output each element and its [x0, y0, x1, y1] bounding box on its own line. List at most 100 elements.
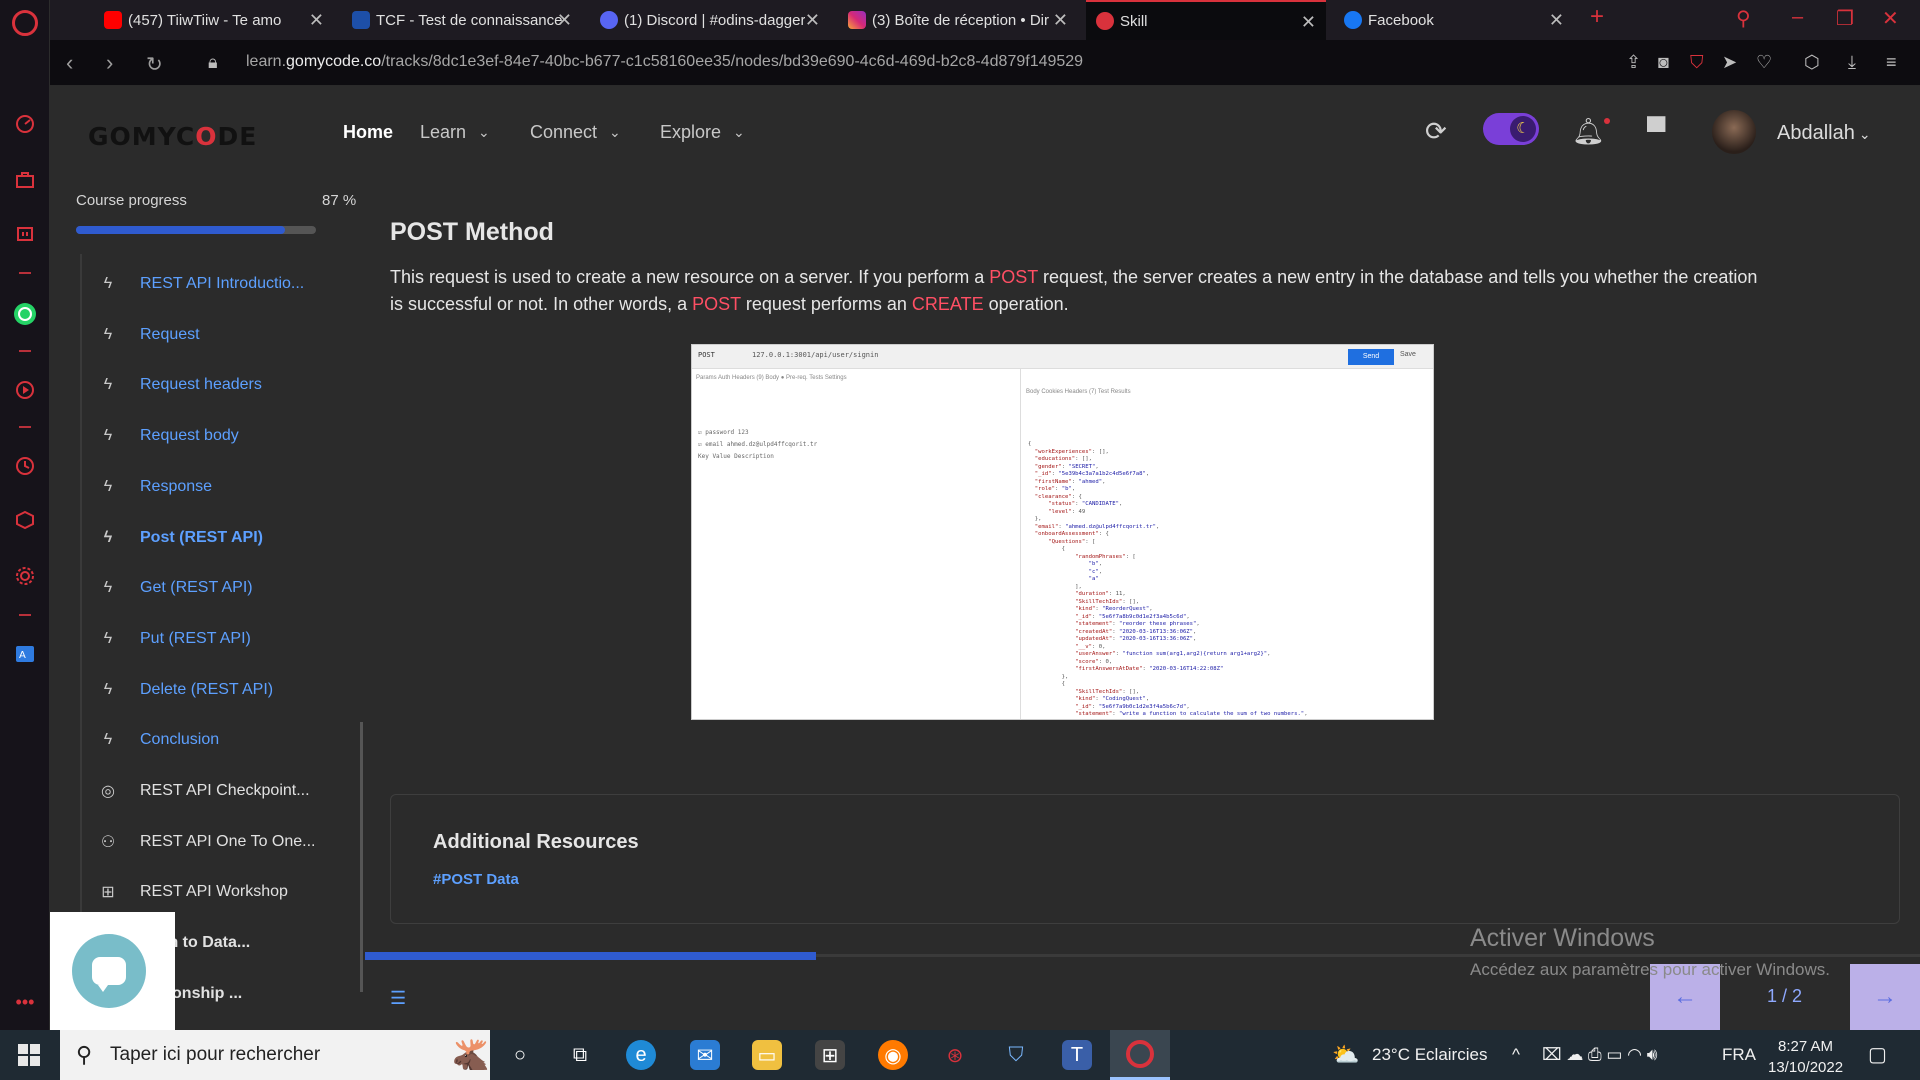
lesson-label: Get (REST API): [140, 579, 253, 597]
briefcase-icon[interactable]: [13, 168, 37, 192]
tab-facebook[interactable]: Facebook ✕: [1334, 0, 1574, 40]
minimize-icon[interactable]: –: [1792, 6, 1803, 29]
language-indicator[interactable]: FRA: [1722, 1045, 1756, 1065]
sidebar-lesson-item[interactable]: ϟ Post (REST API): [82, 518, 352, 558]
bolt-icon: ϟ: [103, 376, 113, 394]
tab-tcf[interactable]: TCF - Test de connaissance ✕: [342, 0, 582, 40]
history-icon[interactable]: [13, 454, 37, 478]
player-icon[interactable]: [13, 378, 37, 402]
more-dots-icon[interactable]: •••: [13, 990, 37, 1014]
sidebar-lesson-item[interactable]: ϟ REST API Introductio...: [82, 264, 352, 304]
forward-icon[interactable]: ›: [106, 50, 113, 76]
bell-icon[interactable]: 🔔︎: [1572, 116, 1605, 147]
close-tab-icon[interactable]: ✕: [1301, 12, 1316, 33]
lesson-label: REST API One To One...: [140, 832, 316, 850]
url-field[interactable]: learn.gomycode.co/tracks/8dc1e3ef-84e7-4…: [246, 53, 1083, 71]
gomycode-logo[interactable]: GOMYCODE: [88, 122, 257, 151]
nav-connect[interactable]: Connect ⌄: [530, 122, 621, 143]
user-menu[interactable]: Abdallah ⌄: [1777, 122, 1871, 145]
sidebar-lesson-item[interactable]: ⚇ REST API One To One...: [82, 822, 352, 862]
sidebar-lesson-item[interactable]: ϟ Request body: [82, 416, 352, 456]
teams-icon[interactable]: T: [1062, 1040, 1092, 1070]
mail-icon[interactable]: ✉: [690, 1040, 720, 1070]
notifications-icon[interactable]: ▢: [1868, 1042, 1887, 1067]
nav-home[interactable]: Home: [343, 122, 393, 143]
tab-skill[interactable]: Skill ✕: [1086, 0, 1326, 40]
download-icon[interactable]: ⤓: [1848, 52, 1856, 73]
refresh-icon[interactable]: ⟳: [1425, 116, 1447, 147]
weather-text[interactable]: 23°C Eclaircies: [1372, 1045, 1487, 1065]
sidebar-lesson-item[interactable]: ϟ Put (REST API): [82, 619, 352, 659]
sidebar-lesson-item[interactable]: ϟ Delete (REST API): [82, 670, 352, 710]
sidebar-lesson-item[interactable]: ◎ REST API Checkpoint...: [82, 771, 352, 811]
instagram-icon: [848, 11, 866, 29]
file-explorer-icon[interactable]: ▭: [752, 1040, 782, 1070]
sidebar-scrollbar[interactable]: [360, 722, 363, 992]
send-icon[interactable]: ➤: [1722, 52, 1737, 73]
heart-icon[interactable]: ♡: [1756, 52, 1772, 73]
support-chat-button[interactable]: [72, 934, 146, 1008]
outline-list-icon[interactable]: ☰: [390, 988, 406, 1009]
game-icon[interactable]: ⊛: [940, 1040, 970, 1070]
translate-icon[interactable]: A: [13, 642, 37, 666]
camera-icon[interactable]: ◙: [1658, 52, 1669, 73]
taskbar-search[interactable]: ⚲ Taper ici pour rechercher 🫎: [60, 1030, 490, 1080]
nav-explore-label: Explore: [660, 122, 722, 142]
twitch-icon[interactable]: [13, 224, 37, 248]
share-icon[interactable]: ⇪: [1626, 52, 1641, 73]
sidebar-lesson-item[interactable]: ϟ Get (REST API): [82, 568, 352, 608]
sidebar-lesson-item[interactable]: ϟ Request: [82, 315, 352, 355]
nav-explore[interactable]: Explore ⌄: [660, 122, 745, 143]
close-tab-icon[interactable]: ✕: [1549, 10, 1564, 31]
sidebar-lesson-item[interactable]: ϟ Conclusion: [82, 720, 352, 760]
tab-title: (457) TiiwTiiw - Te amo: [128, 11, 282, 29]
target-icon: ◎: [101, 783, 115, 800]
tab-discord[interactable]: (1) Discord | #odins-dagger ✕: [590, 0, 830, 40]
cube-icon[interactable]: ⬡: [1804, 52, 1820, 73]
taskbar-clock[interactable]: 8:27 AM 13/10/2022: [1768, 1036, 1843, 1078]
close-tab-icon[interactable]: ✕: [1053, 10, 1068, 31]
tab-youtube[interactable]: (457) TiiwTiiw - Te amo ✕: [94, 0, 334, 40]
sidebar-lesson-item[interactable]: ϟ Response: [82, 467, 352, 507]
avatar[interactable]: [1712, 110, 1756, 154]
opera-sidebar: A •••: [0, 0, 50, 1030]
resource-link[interactable]: #POST Data: [433, 871, 519, 888]
close-window-icon[interactable]: ✕: [1882, 6, 1899, 31]
nav-learn[interactable]: Learn ⌄: [420, 122, 490, 143]
tray-chevron-up-icon[interactable]: ^: [1512, 1045, 1520, 1065]
dark-mode-toggle[interactable]: ☾: [1483, 113, 1539, 145]
windows-start-icon[interactable]: [18, 1044, 40, 1066]
reload-icon[interactable]: ↻: [146, 52, 163, 77]
close-tab-icon[interactable]: ✕: [805, 10, 820, 31]
extensions-cube-icon[interactable]: [13, 508, 37, 532]
restore-icon[interactable]: ❐: [1836, 6, 1854, 31]
firefox-icon[interactable]: ◉: [878, 1040, 908, 1070]
tray-icons[interactable]: ⌧ ☁ ⎙ ▭ ◠ 🔊︎: [1542, 1045, 1657, 1065]
menu-icon[interactable]: ≡: [1886, 52, 1897, 73]
edge-icon[interactable]: e: [626, 1040, 656, 1070]
bolt-icon: ϟ: [103, 325, 113, 343]
new-tab-button[interactable]: +: [1590, 3, 1604, 31]
sidebar-lesson-item[interactable]: ϟ Request headers: [82, 365, 352, 405]
whatsapp-icon[interactable]: [13, 302, 37, 326]
tab-instagram[interactable]: (3) Boîte de réception • Dir ✕: [838, 0, 1078, 40]
postman-request-bar: POST 127.0.0.1:3001/api/user/signin Send…: [692, 345, 1433, 369]
lock-icon[interactable]: 🔒︎: [208, 52, 218, 73]
close-tab-icon[interactable]: ✕: [557, 10, 572, 31]
sidebar-lesson-item[interactable]: ⊞ REST API Workshop: [82, 872, 352, 912]
taskbar-opera-active[interactable]: [1110, 1030, 1170, 1080]
adblock-shield-icon[interactable]: ⛉: [1690, 52, 1704, 73]
arrow-right-icon: →: [1873, 983, 1897, 1010]
close-tab-icon[interactable]: ✕: [309, 10, 324, 31]
opera-logo-icon[interactable]: [12, 10, 38, 36]
next-slide-button[interactable]: →: [1850, 964, 1920, 1030]
task-view-icon[interactable]: ⧉: [565, 1040, 595, 1070]
cortana-icon[interactable]: ○: [505, 1040, 535, 1070]
back-icon[interactable]: ‹: [66, 50, 73, 76]
speed-dial-icon[interactable]: [13, 112, 37, 136]
search-tabs-icon[interactable]: ⚲: [1736, 6, 1751, 31]
store-icon[interactable]: ⊞: [815, 1040, 845, 1070]
settings-gear-icon[interactable]: [13, 564, 37, 588]
chat-icon[interactable]: ▀: [1647, 116, 1665, 147]
security-shield-icon[interactable]: ⛉: [1001, 1040, 1031, 1070]
